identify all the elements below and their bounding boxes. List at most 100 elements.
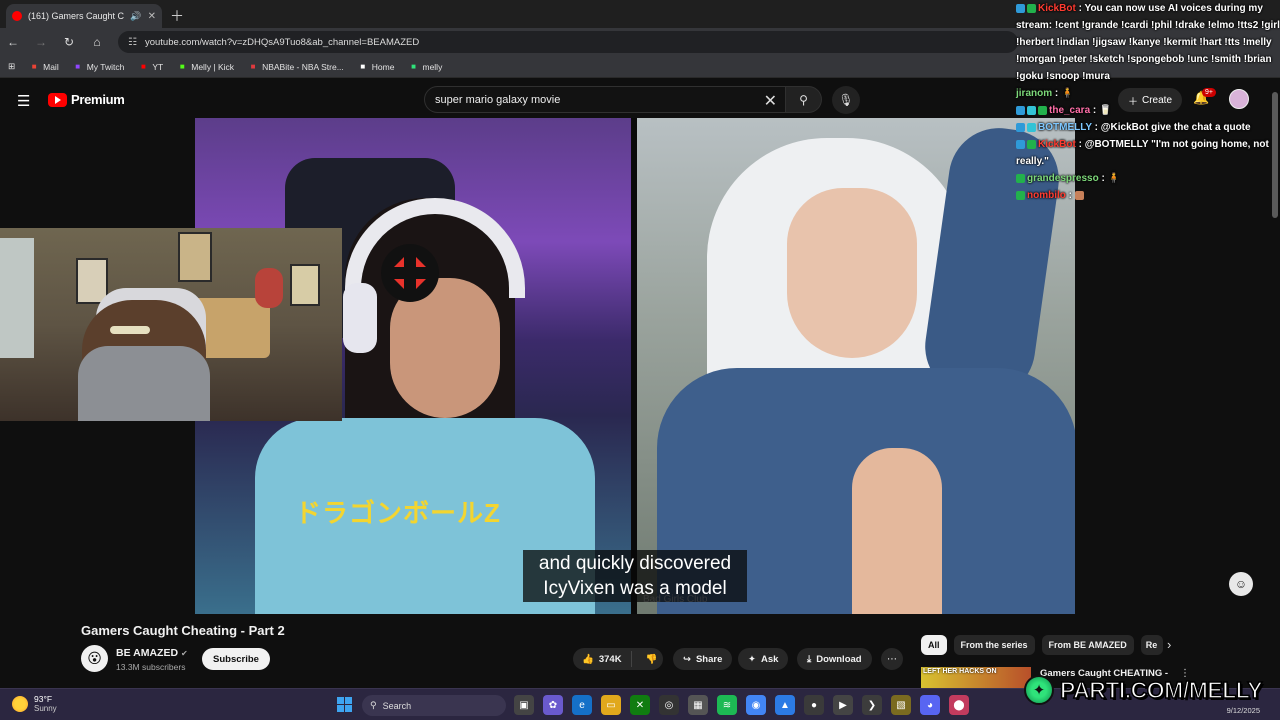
download-button[interactable]: ⤓ Download (797, 648, 872, 670)
chat-username[interactable]: nombilo (1027, 190, 1066, 201)
share-button[interactable]: ↪ Share (673, 648, 733, 670)
wall-poster (178, 232, 212, 282)
channel-name[interactable]: BE AMAZED ✔ (116, 647, 188, 659)
filter-chip[interactable]: From BE AMAZED (1041, 635, 1134, 655)
game-app-icon[interactable]: ▧ (891, 695, 911, 715)
app-pin-icon[interactable]: ⬤ (949, 695, 969, 715)
search-input[interactable]: super mario galaxy movie ✕ (424, 86, 786, 113)
chat-separator: : (1075, 3, 1085, 14)
menu-icon[interactable]: ☰ (17, 92, 30, 110)
temperature: 93°F (34, 694, 53, 704)
bookmark-label: melly (422, 61, 443, 72)
pinned-apps: ▣ ✿ e ▭ ✕ ◎ ▦ ≋ ◉ ▲ ● ▶ ❯ ▧ ◕ ⬤ (514, 695, 969, 715)
chat-badge-icon (1016, 3, 1025, 13)
task-view-icon[interactable]: ▣ (514, 695, 534, 715)
youtube-logo[interactable]: Premium (48, 92, 125, 107)
chat-separator: : (1098, 173, 1108, 184)
speaker-icon[interactable]: 🔊 (130, 11, 141, 22)
filter-chip[interactable]: Re (1140, 635, 1163, 655)
bookmark-item[interactable]: ■ Home (358, 61, 395, 72)
chat-text: 🧍 (1061, 88, 1074, 99)
xbox-icon[interactable]: ✕ (630, 695, 650, 715)
forward-icon[interactable]: → (34, 35, 48, 49)
like-count: 374K (598, 653, 622, 665)
copilot-icon[interactable]: ✿ (543, 695, 563, 715)
terminal-icon[interactable]: ❯ (862, 695, 882, 715)
chevron-right-icon[interactable]: › (1167, 637, 1171, 652)
back-icon[interactable]: ← (6, 35, 20, 49)
new-tab-button[interactable]: ＋ (170, 4, 184, 28)
browser-tab[interactable]: (161) Gamers Caught Chea 🔊 ✕ (6, 4, 162, 28)
steam-icon[interactable]: ◎ (659, 695, 679, 715)
chat-badge-icon (1027, 3, 1036, 13)
ask-label: Ask (760, 653, 779, 665)
download-label: Download (816, 653, 862, 665)
apps-icon[interactable]: ⊞ (8, 61, 15, 72)
reload-icon[interactable]: ↻ (62, 35, 76, 49)
headset-earcup (343, 283, 377, 353)
chat-username[interactable]: KickBot (1038, 139, 1076, 150)
more-actions-icon[interactable]: ⋯ (881, 648, 903, 670)
weather-widget[interactable]: 93°F Sunny (12, 694, 57, 714)
spotify-icon[interactable]: ≋ (717, 695, 737, 715)
wall-poster (290, 264, 320, 306)
overlay-mascot-icon: ☺ (1229, 572, 1253, 596)
home-icon[interactable]: ⌂ (90, 35, 104, 49)
gmail-icon: ■ (31, 62, 37, 71)
plush-toy (255, 268, 283, 308)
filter-chip[interactable]: All (921, 635, 947, 655)
chat-badge-icon (1016, 122, 1025, 132)
channel-avatar[interactable]: 😮 (81, 645, 108, 672)
up-next-thumbnail[interactable]: LEFT HER HACKS ON (921, 667, 1031, 689)
like-button[interactable]: 👍 374K (573, 651, 632, 667)
bookmark-item[interactable]: ■ NBABite - NBA Stre... (248, 62, 344, 72)
discord-icon[interactable]: ◕ (920, 695, 940, 715)
taskbar-search[interactable]: ⚲ Search (362, 695, 506, 716)
mic-icon: 🎙 (838, 93, 854, 107)
close-tab-icon[interactable]: ✕ (148, 11, 156, 22)
chat-badge-icon (1016, 173, 1025, 183)
bookmark-item[interactable]: ■ melly (408, 62, 442, 72)
voice-search-button[interactable]: 🎙 (832, 86, 860, 114)
photos-icon[interactable]: ▲ (775, 695, 795, 715)
kick-icon: ■ (179, 62, 185, 71)
bookmark-item[interactable]: ■ Mail (29, 62, 59, 72)
subscribe-button[interactable]: Subscribe (202, 648, 270, 670)
chat-username[interactable]: jiranom (1016, 88, 1052, 99)
thumbs-up-icon: 👍 (582, 653, 594, 665)
chat-username[interactable]: BOTMELLY (1038, 122, 1092, 133)
dislike-button[interactable]: 👎 (637, 654, 667, 665)
windows-start-icon[interactable] (337, 697, 352, 712)
site-info-icon[interactable]: ☷ (128, 37, 137, 48)
bookmark-item[interactable]: ■ Melly | Kick (177, 62, 234, 72)
bookmark-item[interactable]: ■ My Twitch (73, 62, 124, 72)
bookmark-label: Home (371, 61, 395, 72)
chat-username[interactable]: the_cara (1049, 105, 1090, 116)
thumbnail-text: LEFT HER HACKS ON (923, 668, 997, 675)
store-icon[interactable]: ▦ (688, 695, 708, 715)
search-value: super mario galaxy movie (435, 93, 561, 106)
obs-icon[interactable]: ● (804, 695, 824, 715)
youtube-brand-text: Premium (71, 92, 125, 107)
sun-icon (12, 696, 28, 712)
caption-line-2: IcyVixen was a model (543, 578, 727, 599)
ask-button[interactable]: ✦ Ask (738, 648, 789, 670)
chat-badge-icon (1016, 105, 1025, 115)
anger-emoji-icon (381, 244, 439, 302)
page-scrollbar[interactable] (1272, 92, 1278, 218)
chat-username[interactable]: KickBot (1038, 3, 1076, 14)
search-button[interactable]: ⚲ (786, 86, 822, 113)
filter-chip[interactable]: From the series (953, 635, 1035, 655)
chat-badge-icon (1027, 122, 1036, 132)
chat-message: KickBot : You can now use AI voices duri… (1016, 0, 1280, 85)
chrome-icon[interactable]: ◉ (746, 695, 766, 715)
chat-username[interactable]: grandespresso (1027, 173, 1099, 184)
bookmark-item[interactable]: ■ YT (138, 62, 163, 72)
clear-search-icon[interactable]: ✕ (764, 91, 777, 111)
url-bar[interactable]: ☷ youtube.com/watch?v=zDHQsA9Tuo8&ab_cha… (118, 31, 1018, 53)
sparkle-icon: ✦ (748, 653, 756, 665)
media-player-icon[interactable]: ▶ (833, 695, 853, 715)
video-title: Gamers Caught Cheating - Part 2 (81, 623, 285, 638)
file-explorer-icon[interactable]: ▭ (601, 695, 621, 715)
edge-icon[interactable]: e (572, 695, 592, 715)
